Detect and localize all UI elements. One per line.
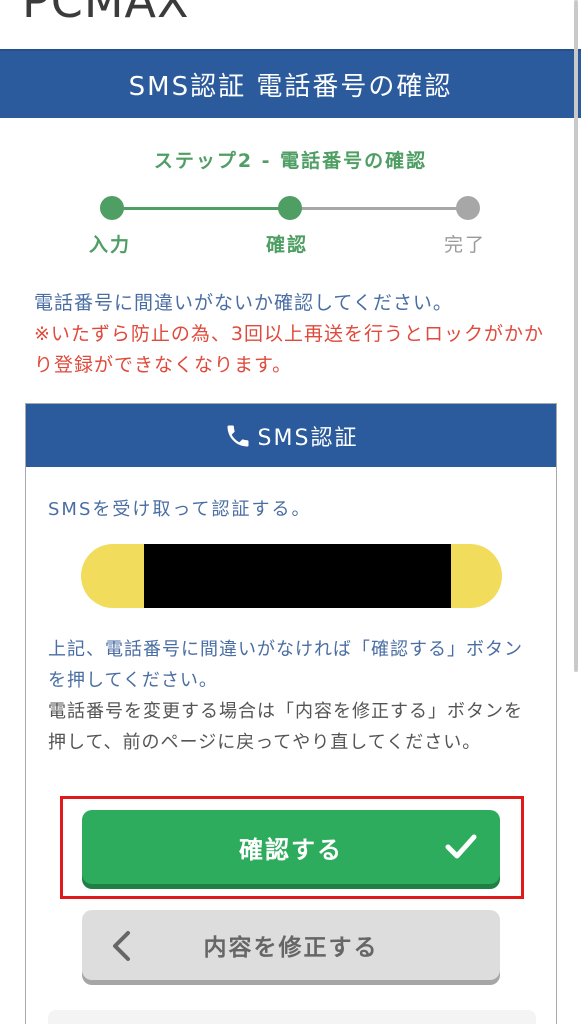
pcmax-logo[interactable]: PCMAX	[22, 0, 190, 24]
scrollbar[interactable]	[573, 0, 581, 1024]
notice-confirm-text: 電話番号に間違いがないか確認してください。	[34, 292, 453, 314]
step-dot-complete	[456, 196, 480, 220]
step-title: ステップ2 - 電話番号の確認	[153, 150, 428, 172]
phone-number-redacted	[144, 544, 451, 608]
progress-line-done	[112, 207, 290, 210]
confirm-button-label: 確認する	[239, 835, 343, 864]
page: PCMAX SMS認証 電話番号の確認 ステップ2 - 電話番号の確認 入力 確…	[0, 0, 581, 1024]
step-label-input: 入力	[89, 234, 132, 256]
notice: 電話番号に間違いがないか確認してください。 ※いたずら防止の為、3回以上再送を行…	[34, 288, 554, 381]
confirm-button[interactable]: 確認する	[82, 810, 500, 884]
step-label-confirm: 確認	[266, 234, 309, 256]
notice-warning-text: ※いたずら防止の為、3回以上再送を行うとロックがかかり登録ができなくなります。	[34, 323, 545, 376]
card-instructions: 上記、電話番号に間違いがなければ「確認する」ボタンを押してください。 電話番号を…	[48, 634, 538, 758]
card-title: SMS認証	[257, 425, 359, 451]
phone-icon	[227, 425, 249, 446]
step-dot-confirm	[278, 196, 302, 220]
step-progress: 入力 確認 完了	[0, 196, 581, 256]
modify-button-label: 内容を修正する	[203, 935, 379, 961]
card-lead-text: SMSを受け取って認証する。	[48, 499, 312, 520]
modify-button[interactable]: 内容を修正する	[82, 910, 500, 980]
step-label-complete: 完了	[444, 234, 487, 256]
phone-number-display	[81, 544, 502, 608]
scrollbar-thumb[interactable]	[574, 0, 578, 672]
instruction-text: 上記、電話番号に間違いがなければ「確認する」ボタンを押してください。	[48, 639, 523, 691]
next-section-box	[48, 1010, 536, 1024]
page-header: SMS認証 電話番号の確認	[0, 49, 581, 118]
chevron-left-icon	[113, 931, 130, 961]
help-text: 電話番号を変更する場合は「内容を修正する」ボタンを押して、前のページに戻ってやり…	[48, 701, 523, 753]
page-title: SMS認証 電話番号の確認	[128, 72, 453, 102]
check-icon	[445, 834, 477, 859]
progress-line-todo	[290, 207, 468, 210]
step-dot-input	[100, 196, 124, 220]
card-header: SMS認証	[26, 404, 556, 467]
sms-auth-card: SMS認証 SMSを受け取って認証する。 上記、電話番号に間違いがなければ「確認…	[25, 403, 557, 1024]
